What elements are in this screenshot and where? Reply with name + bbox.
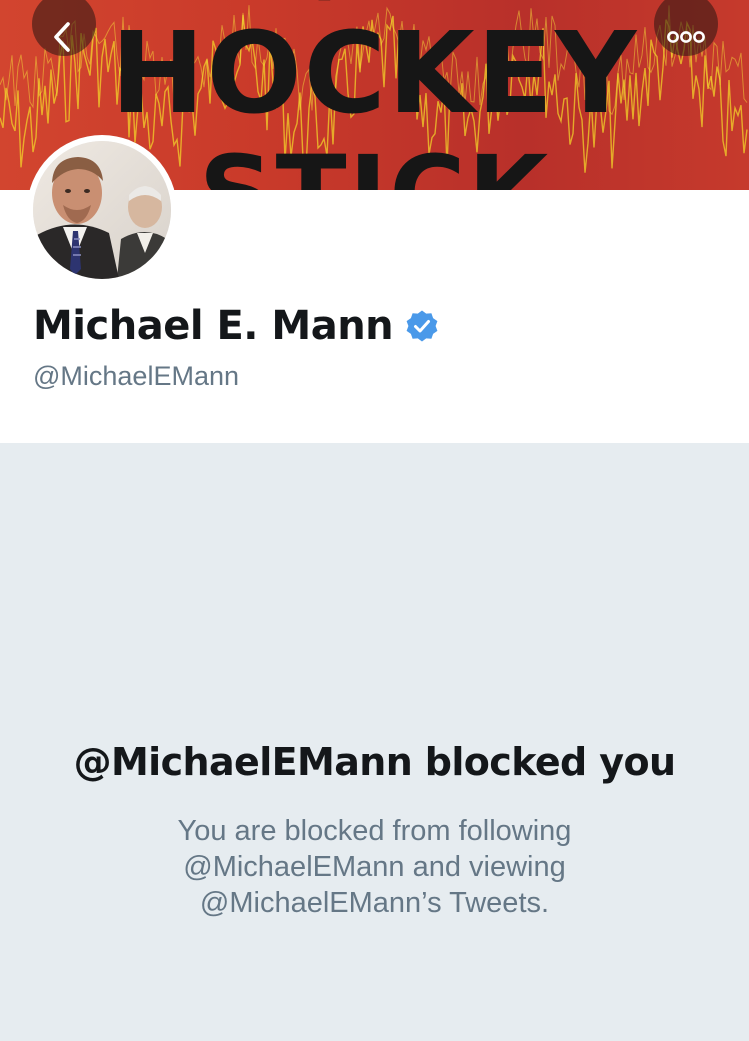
profile-page: THE HOCKEY STICK Michael E. Mann @Michae… — [0, 0, 749, 1041]
blocked-description: You are blocked from following @MichaelE… — [120, 813, 629, 921]
blocked-description-line: @MichaelEMann’s Tweets. — [199, 887, 550, 919]
banner-title: HOCKEY — [110, 9, 639, 139]
blocked-title: @MichaelEMann blocked you — [73, 740, 676, 784]
blocked-description-line: You are blocked from following — [177, 815, 572, 847]
avatar-frame[interactable] — [27, 135, 177, 285]
avatar-photo — [33, 141, 171, 279]
verified-badge-icon — [406, 310, 438, 342]
name-row: Michael E. Mann — [33, 303, 439, 349]
more-horizontal-icon — [667, 30, 705, 43]
display-name: Michael E. Mann — [33, 303, 394, 349]
blocked-description-line: @MichaelEMann and viewing — [183, 851, 566, 883]
avatar — [33, 141, 171, 279]
chevron-left-icon — [54, 22, 70, 52]
blocked-notice: @MichaelEMann blocked you You are blocke… — [0, 443, 749, 1041]
profile-handle: @MichaelEMann — [33, 361, 239, 391]
